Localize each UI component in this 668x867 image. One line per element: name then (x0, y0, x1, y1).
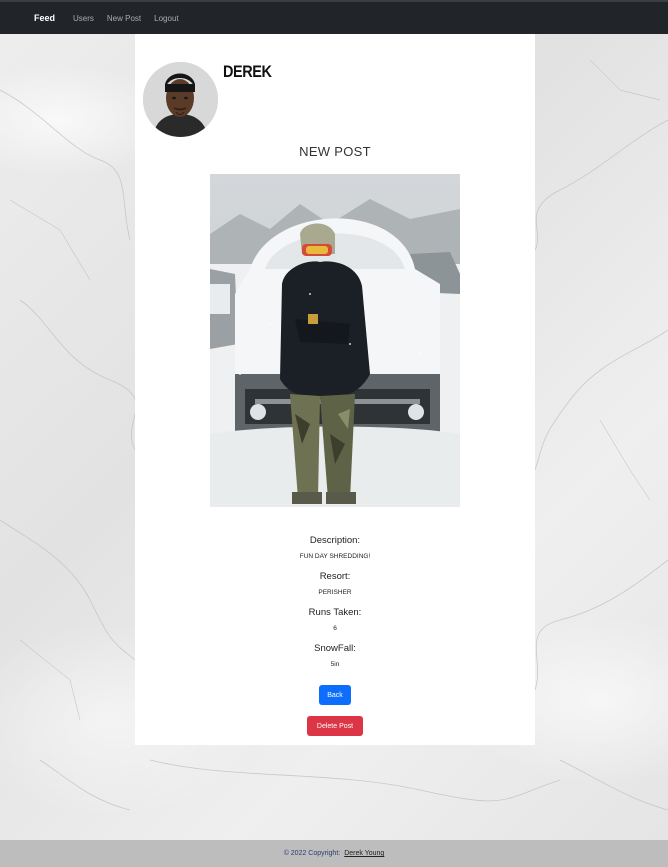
navbar: Feed Users New Post Logout (0, 0, 668, 34)
post-photo (210, 174, 460, 507)
runs-taken-label: Runs Taken: (308, 607, 362, 618)
nav-link-logout[interactable]: Logout (154, 14, 178, 23)
description-label: Description: (309, 535, 361, 546)
runs-taken-value: 6 (333, 625, 337, 632)
back-button[interactable]: Back (319, 685, 351, 705)
resort-value: PERISHER (318, 589, 352, 596)
profile-username: DEREK (223, 62, 272, 81)
post-heading: NEW POST (299, 144, 371, 159)
post-card: DEREK NEW POST Description: FUN DAY SHRE… (135, 34, 535, 745)
nav-brand-feed[interactable]: Feed (34, 13, 55, 23)
nav-link-users[interactable]: Users (73, 14, 94, 23)
description-value: FUN DAY SHREDDING! (299, 553, 371, 560)
footer-copyright: © 2022 Copyright: (283, 850, 341, 857)
avatar (143, 62, 218, 137)
snowfall-label: SnowFall: (314, 643, 356, 654)
footer: © 2022 Copyright: Derek Young (0, 840, 668, 867)
footer-owner-link[interactable]: Derek Young (344, 850, 384, 857)
snowfall-value: 5in (330, 661, 340, 668)
delete-post-button[interactable]: Delete Post (307, 716, 363, 736)
nav-link-new-post[interactable]: New Post (107, 14, 141, 23)
resort-label: Resort: (319, 571, 351, 582)
